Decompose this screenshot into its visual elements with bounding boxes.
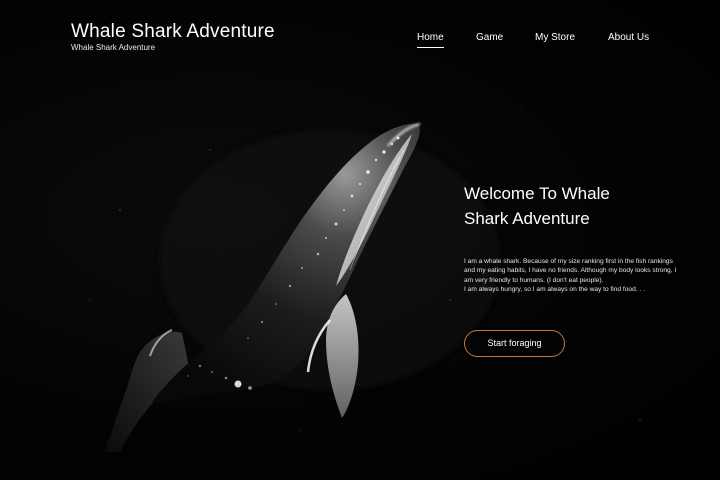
- nav-item-label: Game: [476, 32, 504, 43]
- nav-item-game[interactable]: Game: [476, 32, 503, 44]
- nav-item-label: About Us: [608, 32, 650, 43]
- hero-paragraph: I am a whale shark. Because of my size r…: [464, 258, 677, 284]
- nav-item-home[interactable]: Home: [417, 32, 444, 48]
- landing-page: Whale Shark Adventure Whale Shark Advent…: [0, 0, 720, 480]
- hero-section: Welcome To Whale Shark Adventure I am a …: [464, 181, 684, 295]
- nav-item-label: My Store: [535, 32, 576, 43]
- nav-item-about-us[interactable]: About Us: [608, 32, 649, 44]
- nav-item-label: Home: [417, 32, 444, 43]
- hero-paragraph: I am always hungry, so I am always on th…: [464, 286, 645, 294]
- hero-heading-line-2: Shark Adventure: [464, 209, 590, 228]
- hero-heading-line-1: Welcome To Whale: [464, 184, 610, 203]
- nav-item-my-store[interactable]: My Store: [535, 32, 575, 44]
- hero-heading: Welcome To Whale Shark Adventure: [464, 181, 684, 231]
- start-foraging-button[interactable]: Start foraging: [464, 330, 565, 357]
- active-nav-underline: [417, 47, 444, 48]
- hero-description: I am a whale shark. Because of my size r…: [464, 257, 684, 295]
- main-nav: Home Game My Store About Us: [0, 32, 720, 52]
